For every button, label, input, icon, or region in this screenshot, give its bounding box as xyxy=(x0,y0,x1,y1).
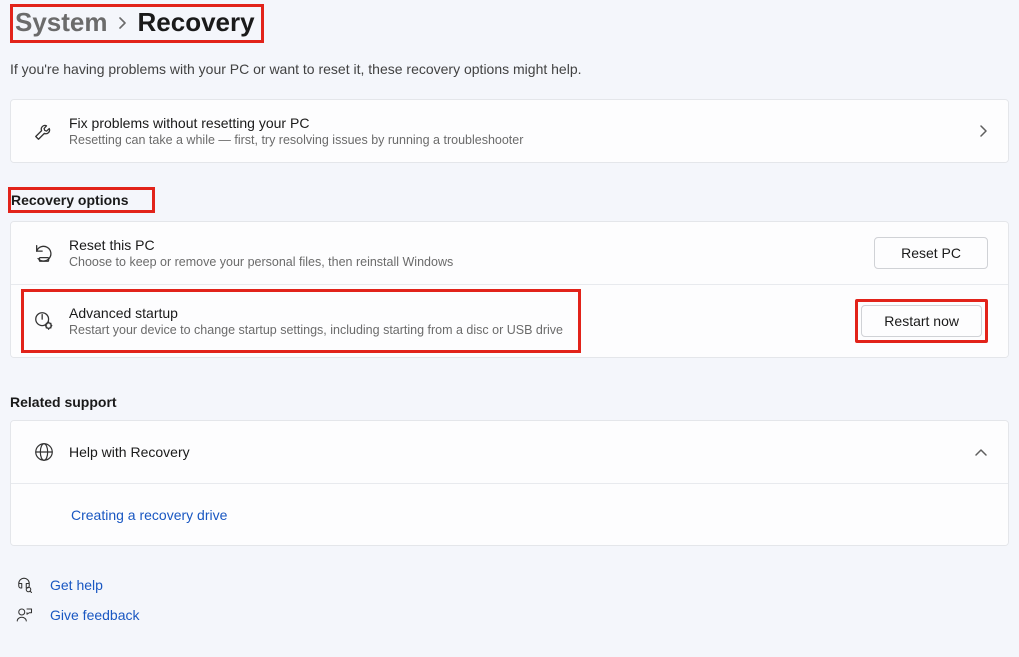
recovery-options-group: Reset this PC Choose to keep or remove y… xyxy=(10,221,1009,358)
fix-problems-card[interactable]: Fix problems without resetting your PC R… xyxy=(10,99,1009,163)
fix-problems-title: Fix problems without resetting your PC xyxy=(69,115,978,131)
reset-this-pc-row: Reset this PC Choose to keep or remove y… xyxy=(11,222,1008,284)
globe-icon xyxy=(25,441,63,463)
advanced-startup-row: Advanced startup Restart your device to … xyxy=(11,284,1008,357)
help-icon xyxy=(14,576,34,594)
footer-links: Get help Give feedback xyxy=(10,570,1009,630)
chevron-up-icon xyxy=(974,447,988,457)
reset-this-pc-desc: Choose to keep or remove your personal f… xyxy=(69,255,874,269)
reset-icon xyxy=(25,242,63,264)
reset-pc-button[interactable]: Reset PC xyxy=(874,237,988,269)
recovery-options-heading: Recovery options xyxy=(8,187,155,213)
breadcrumb: System Recovery xyxy=(10,0,1009,49)
chevron-right-icon xyxy=(978,124,988,138)
page-subtitle: If you're having problems with your PC o… xyxy=(10,61,1009,77)
feedback-icon xyxy=(14,606,34,624)
chevron-right-icon xyxy=(118,17,128,29)
breadcrumb-current: Recovery xyxy=(138,7,255,38)
reset-this-pc-title: Reset this PC xyxy=(69,237,874,253)
get-help-link[interactable]: Get help xyxy=(50,577,103,593)
fix-problems-desc: Resetting can take a while — first, try … xyxy=(69,133,978,147)
help-with-recovery-group: Help with Recovery Creating a recovery d… xyxy=(10,420,1009,546)
related-support-heading: Related support xyxy=(10,392,117,412)
power-gear-icon xyxy=(25,310,63,332)
wrench-icon xyxy=(25,120,63,142)
give-feedback-link[interactable]: Give feedback xyxy=(50,607,140,623)
restart-now-button[interactable]: Restart now xyxy=(861,305,982,337)
help-with-recovery-title: Help with Recovery xyxy=(69,444,974,460)
breadcrumb-parent[interactable]: System xyxy=(15,7,108,38)
advanced-startup-title: Advanced startup xyxy=(69,305,855,321)
help-with-recovery-row[interactable]: Help with Recovery xyxy=(11,421,1008,483)
advanced-startup-desc: Restart your device to change startup se… xyxy=(69,323,855,337)
creating-recovery-drive-link[interactable]: Creating a recovery drive xyxy=(71,507,227,523)
